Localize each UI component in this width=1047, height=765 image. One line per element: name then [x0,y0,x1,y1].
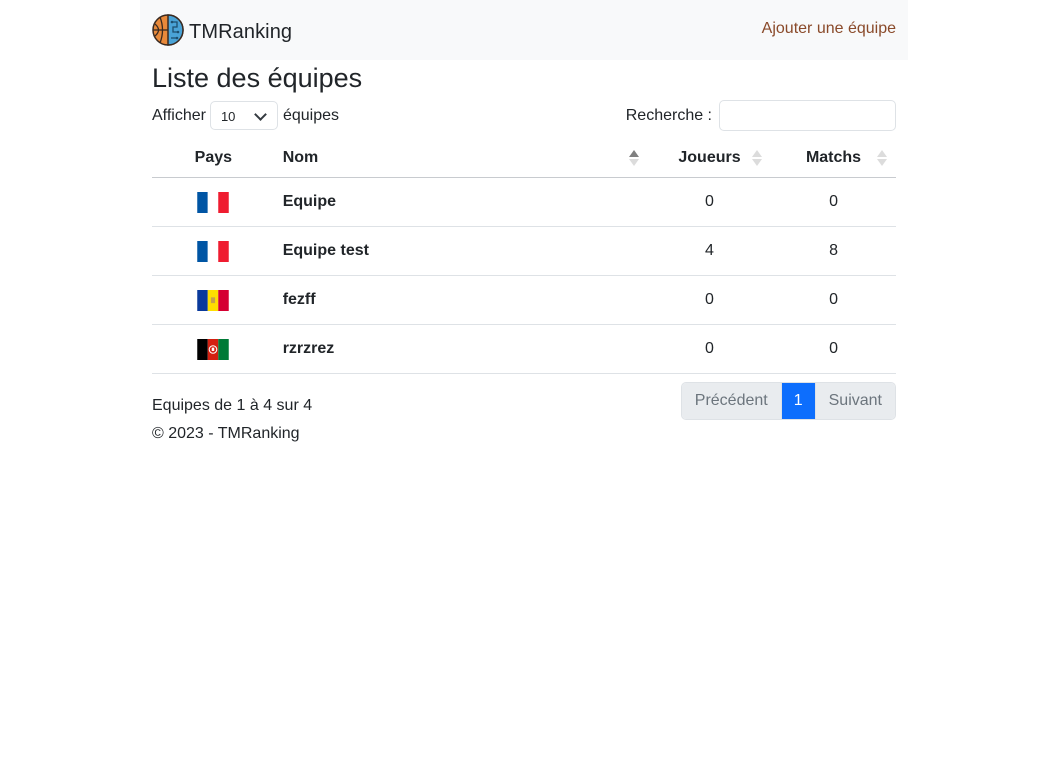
team-name-cell: Equipe [274,177,648,227]
team-name-cell: Equipe test [274,226,648,276]
matches-cell: 0 [771,324,896,374]
team-name-cell: rzrzrez [274,324,648,374]
france-flag-icon [197,240,230,262]
length-prefix-label: Afficher [152,106,206,124]
basketball-brain-logo-icon [152,14,184,51]
header-pays[interactable]: Pays [152,138,275,178]
page-title: Liste des équipes [152,63,363,93]
table-header-row: Pays Nom Joueurs Matchs [152,138,896,178]
header-nom[interactable]: Nom [274,138,648,178]
brand-link[interactable]: TMRanking [152,14,292,51]
header-joueurs-label: Joueurs [678,148,741,166]
next-page-button[interactable]: Suivant [814,383,895,419]
matches-cell: 8 [771,226,896,276]
sort-icon [877,150,887,166]
teams-table: Pays Nom Joueurs Matchs Equipe 0 0 Equip… [152,138,896,374]
sort-icon [752,150,763,166]
header-joueurs[interactable]: Joueurs [647,138,772,178]
previous-page-button[interactable]: Précédent [681,383,782,419]
players-cell: 4 [647,226,772,276]
table-row[interactable]: rzrzrez 0 0 [152,324,896,374]
players-cell: 0 [647,177,772,227]
table-controls: Afficher 10 équipes Recherche : [152,100,896,131]
table-info: Equipes de 1 à 4 sur 4 [152,397,313,414]
matches-cell: 0 [771,177,896,227]
search-control: Recherche : [626,100,896,131]
header-matchs[interactable]: Matchs [771,138,896,178]
sort-ascending-icon [628,150,639,166]
matches-cell: 0 [771,275,896,325]
header-matchs-label: Matchs [805,148,862,166]
header-nom-label: Nom [282,148,319,166]
country-cell [152,226,275,276]
country-cell [152,275,275,325]
afghanistan-flag-icon [197,338,230,360]
navbar: TMRanking Ajouter une équipe [140,0,908,60]
players-cell: 0 [647,275,772,325]
header-pays-label: Pays [194,148,233,166]
andorra-flag-icon [197,289,230,311]
team-name-cell: fezff [274,275,648,325]
pagination: Précédent 1 Suivant [680,382,896,420]
players-cell: 0 [647,324,772,374]
page-length-value: 10 [220,109,236,124]
page-length-select[interactable]: 10 [209,101,278,130]
table-row[interactable]: Equipe test 4 8 [152,226,896,276]
country-cell [152,177,275,227]
length-suffix-label: équipes [282,106,339,124]
table-row[interactable]: fezff 0 0 [152,275,896,325]
country-cell [152,324,275,374]
page-length-control: Afficher 10 équipes [152,100,339,131]
add-team-link[interactable]: Ajouter une équipe [762,20,896,38]
chevron-down-icon [254,108,267,121]
search-label: Recherche : [625,106,712,124]
search-input[interactable] [719,100,896,131]
france-flag-icon [197,191,230,213]
table-row[interactable]: Equipe 0 0 [152,177,896,227]
footer-copyright: © 2023 - TMRanking [152,425,300,442]
brand-name: TMRanking [189,21,293,43]
page-1-button[interactable]: 1 [781,383,815,419]
